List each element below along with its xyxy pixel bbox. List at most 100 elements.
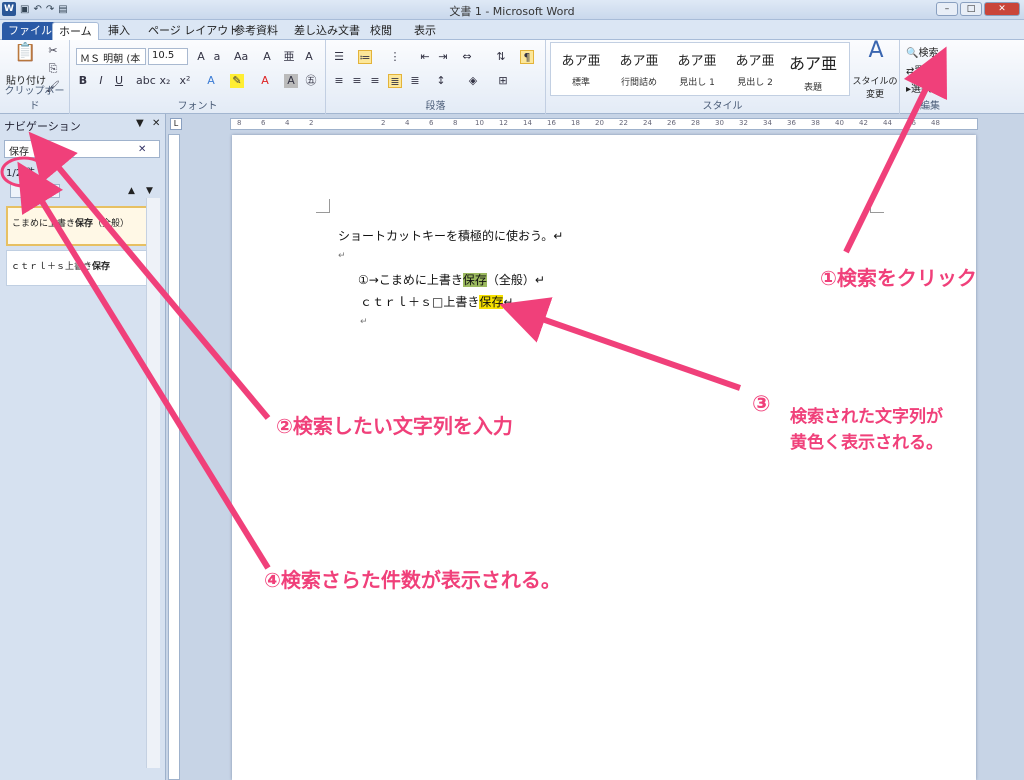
- shrink-font-icon[interactable]: a: [210, 50, 224, 64]
- find-button[interactable]: 🔍検索: [906, 44, 938, 59]
- navigation-scrollbar[interactable]: [146, 198, 160, 768]
- doc-line-5[interactable]: ↵: [360, 317, 368, 327]
- previous-result-icon[interactable]: ▲: [128, 186, 135, 196]
- tab-file[interactable]: ファイル: [2, 22, 58, 40]
- crop-mark: [316, 199, 330, 213]
- font-size-combo[interactable]: 10.5: [148, 48, 188, 65]
- align-center-icon[interactable]: ≡: [350, 74, 364, 88]
- tab-mailings[interactable]: 差し込み文書: [288, 22, 366, 40]
- doc-line-3[interactable]: ①→こまめに上書き保存（全般）↵: [358, 271, 545, 288]
- replace-button[interactable]: ⇄置換: [906, 62, 934, 77]
- copy-icon[interactable]: ⎘: [46, 62, 60, 76]
- editing-group-label: 編集: [920, 101, 940, 112]
- italic-icon[interactable]: I: [94, 74, 108, 88]
- tab-home[interactable]: ホーム: [52, 22, 99, 40]
- clear-search-icon[interactable]: ✕: [138, 144, 146, 155]
- char-shading-icon[interactable]: A: [284, 74, 298, 88]
- callout-4: ④検索さらた件数が表示される。: [264, 568, 561, 592]
- document-page[interactable]: ショートカットキーを積極的に使おう。↵ ↵ ①→こまめに上書き保存（全般）↵ ｃ…: [232, 135, 976, 780]
- clipboard-group: 📋 貼り付け ✂ ⎘ 🖌 クリップボード: [0, 40, 70, 114]
- tab-review[interactable]: 校閲: [364, 22, 398, 40]
- callout-3-number: ③: [752, 392, 771, 417]
- pages-view-icon[interactable]: [28, 184, 42, 198]
- font-group: ＭＳ 明朝 (本 10.5 A a Aa A 亜 A B I U abc x₂ …: [70, 40, 326, 114]
- highlight-icon[interactable]: ✎: [230, 74, 244, 88]
- paste-icon[interactable]: 📋: [14, 44, 36, 68]
- results-view-icon[interactable]: [46, 184, 60, 198]
- tab-insert[interactable]: 挿入: [102, 22, 136, 40]
- tab-selector-icon[interactable]: L: [170, 118, 182, 130]
- editing-group: 🔍検索 ⇄置換 ▸選択 編集: [900, 40, 960, 114]
- sort-icon[interactable]: ⇅: [494, 50, 508, 64]
- next-result-icon[interactable]: ▼: [146, 186, 153, 196]
- justify-icon[interactable]: ≣: [388, 74, 402, 88]
- navigation-pane: ナビゲーション ▼ ✕ 保存 ✕ 1/2 件 ▲ ▼ こまめに上書き保存（全般）…: [0, 114, 166, 780]
- pane-close-icon[interactable]: ✕: [152, 118, 160, 129]
- multilevel-list-icon[interactable]: ⋮: [388, 50, 402, 64]
- vertical-ruler[interactable]: [168, 134, 180, 780]
- styles-group: あア亜 標準 あア亜 行間詰め あア亜 見出し 1 あア亜 見出し 2 あア亜 表題 A …: [546, 40, 900, 114]
- search-highlight-green: 保存: [462, 273, 487, 287]
- search-result-item[interactable]: こまめに上書き保存（全般）: [6, 206, 156, 246]
- superscript-icon[interactable]: x²: [178, 74, 192, 88]
- callout-1: ①検索をクリック: [820, 266, 977, 290]
- bullets-icon[interactable]: ☰: [332, 50, 346, 64]
- numbering-icon[interactable]: ≔: [358, 50, 372, 64]
- pane-menu-icon[interactable]: ▼: [136, 118, 144, 129]
- text-effects-icon[interactable]: A: [204, 74, 218, 88]
- align-left-icon[interactable]: ≡: [332, 74, 346, 88]
- style-heading1[interactable]: あア亜 見出し 1: [668, 46, 726, 92]
- bold-icon[interactable]: B: [76, 74, 90, 88]
- change-case-icon[interactable]: Aa: [234, 50, 248, 64]
- style-no-spacing[interactable]: あア亜 行間詰め: [610, 46, 668, 92]
- grow-font-icon[interactable]: A: [194, 50, 208, 64]
- tab-references[interactable]: 参考資料: [228, 22, 284, 40]
- decrease-indent-icon[interactable]: ⇤: [418, 50, 432, 64]
- search-result-item[interactable]: ｃｔｒｌ＋ｓ上書き保存: [6, 250, 156, 286]
- subscript-icon[interactable]: x₂: [158, 74, 172, 88]
- navigation-search-input[interactable]: 保存: [4, 140, 160, 158]
- find-icon: 🔍: [906, 48, 919, 59]
- show-marks-icon[interactable]: ¶: [520, 50, 534, 64]
- match-count: 1/2 件: [6, 168, 36, 179]
- clear-format-icon[interactable]: A: [260, 50, 274, 64]
- align-right-icon[interactable]: ≡: [368, 74, 382, 88]
- style-heading2[interactable]: あア亜 見出し 2: [726, 46, 784, 92]
- increase-indent-icon[interactable]: ⇥: [436, 50, 450, 64]
- font-name-combo[interactable]: ＭＳ 明朝 (本: [76, 48, 146, 65]
- ribbon-tabs: ファイル ホーム 挿入 ページ レイアウト 参考資料 差し込み文書 校閲 表示: [0, 20, 1024, 40]
- enclose-char-icon[interactable]: ㊄: [304, 74, 318, 88]
- window-title: 文書 1 - Microsoft Word: [449, 5, 575, 18]
- minimize-icon[interactable]: –: [936, 2, 958, 16]
- char-spacing-icon[interactable]: ⇔: [460, 50, 474, 64]
- doc-line-4[interactable]: ｃｔｒｌ＋ｓ□上書き保存↵: [360, 293, 513, 310]
- select-button[interactable]: ▸選択: [906, 80, 931, 95]
- style-title[interactable]: あア亜 表題: [784, 46, 842, 93]
- navigation-view-tabs: [10, 184, 60, 198]
- strikethrough-icon[interactable]: abc: [136, 74, 156, 88]
- line-spacing-icon[interactable]: ↕: [434, 74, 448, 88]
- change-styles-icon[interactable]: A: [864, 40, 888, 68]
- tab-view[interactable]: 表示: [408, 22, 442, 40]
- crop-mark: [870, 199, 884, 213]
- headings-view-icon[interactable]: [10, 184, 24, 198]
- style-normal[interactable]: あア亜 標準: [552, 46, 610, 92]
- callout-3-line1: 検索された文字列が: [790, 407, 943, 427]
- cut-icon[interactable]: ✂: [46, 44, 60, 58]
- distributed-icon[interactable]: ≣: [408, 74, 422, 88]
- callout-2: ②検索したい文字列を入力: [276, 414, 513, 438]
- phonetic-guide-icon[interactable]: 亜: [282, 50, 296, 64]
- callout-3-line2: 黄色く表示される。: [790, 433, 943, 453]
- shading-icon[interactable]: ◈: [466, 74, 480, 88]
- borders-icon[interactable]: ⊞: [496, 74, 510, 88]
- paragraph-group-label: 段落: [425, 101, 446, 112]
- close-icon[interactable]: ✕: [984, 2, 1020, 16]
- underline-icon[interactable]: U: [112, 74, 126, 88]
- font-color-icon[interactable]: A: [258, 74, 272, 88]
- window-controls: – □ ✕: [936, 2, 1020, 16]
- doc-line-2[interactable]: ↵: [338, 251, 346, 261]
- char-border-icon[interactable]: A: [302, 50, 316, 64]
- maximize-icon[interactable]: □: [960, 2, 982, 16]
- horizontal-ruler[interactable]: 8 6 4 2 2 4 6 8 10 12 14 16 18 20 22 24 …: [230, 118, 978, 130]
- doc-line-1[interactable]: ショートカットキーを積極的に使おう。↵: [338, 227, 563, 244]
